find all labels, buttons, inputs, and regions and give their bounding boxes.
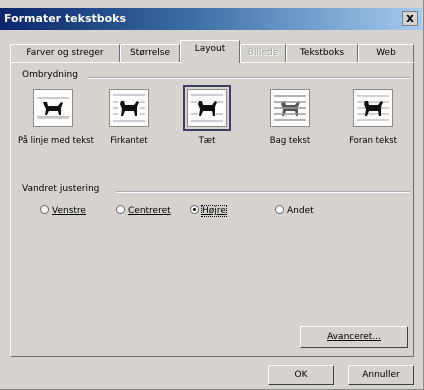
advanced-button[interactable]: Avanceret... — [300, 326, 408, 348]
wrap-square-option[interactable]: Firkantet — [94, 89, 164, 146]
cancel-button[interactable]: Annuller — [348, 365, 414, 385]
tab-colors-lines[interactable]: Farver og streger — [10, 44, 120, 62]
ok-button-label: OK — [294, 370, 308, 380]
wrap-square-icon[interactable] — [109, 89, 149, 127]
group-divider — [116, 191, 410, 193]
align-left-label: Venstre — [52, 206, 86, 216]
cancel-button-label: Annuller — [362, 370, 400, 380]
tab-label: Størrelse — [129, 48, 171, 58]
radio-circle[interactable] — [275, 205, 284, 214]
wrap-front-option[interactable]: Foran tekst — [338, 89, 408, 146]
align-right-radio[interactable]: Højre — [190, 205, 227, 219]
wrap-inline-icon[interactable] — [33, 89, 73, 127]
wrap-square-label: Firkantet — [110, 136, 148, 146]
tab-layout[interactable]: Layout — [180, 40, 240, 63]
dialog-title: Formater tekstboks — [4, 12, 127, 25]
close-button[interactable]: x — [402, 11, 418, 26]
wrap-front-icon[interactable] — [353, 89, 393, 127]
ok-button[interactable]: OK — [268, 365, 334, 385]
wrap-inline-option[interactable]: På linje med tekst — [18, 89, 94, 146]
wrap-behind-label: Bag tekst — [269, 136, 311, 146]
align-left-radio[interactable]: Venstre — [40, 205, 86, 219]
radio-circle[interactable] — [190, 205, 199, 214]
tab-label: Billede — [247, 48, 279, 58]
wrap-tight-option[interactable]: Tæt — [172, 85, 242, 146]
tab-web[interactable]: Web — [358, 44, 414, 62]
wrap-inline-label: På linje med tekst — [18, 136, 94, 146]
align-other-radio[interactable]: Andet — [275, 205, 314, 219]
radio-circle[interactable] — [40, 205, 49, 214]
dialog-window: Formater tekstboks x Farver og streger S… — [0, 0, 424, 390]
tab-size[interactable]: Størrelse — [120, 44, 180, 62]
wrap-front-label: Foran tekst — [349, 136, 397, 146]
tab-label: Web — [376, 48, 396, 58]
wrap-tight-label: Tæt — [198, 136, 216, 146]
tab-strip: Farver og streger Størrelse Layout Bille… — [10, 40, 422, 63]
wrap-behind-icon[interactable] — [270, 89, 310, 127]
align-center-label: Centreret — [128, 206, 171, 216]
advanced-button-label: Avanceret... — [327, 332, 381, 342]
title-bar: Formater tekstboks x — [0, 8, 422, 30]
wrap-tight-icon[interactable] — [183, 85, 231, 131]
radio-circle[interactable] — [116, 205, 125, 214]
wrap-behind-option[interactable]: Bag tekst — [255, 89, 325, 146]
align-other-label: Andet — [287, 206, 314, 216]
align-center-radio[interactable]: Centreret — [116, 205, 171, 219]
align-right-label: Højre — [201, 205, 227, 217]
tab-label: Farver og streger — [26, 48, 104, 58]
group-divider — [88, 77, 410, 79]
wrapping-heading: Ombrydning — [22, 70, 82, 80]
tab-textbox[interactable]: Tekstboks — [286, 44, 358, 62]
tab-label: Layout — [194, 44, 226, 54]
tab-picture: Billede — [240, 44, 286, 62]
tab-label: Tekstboks — [299, 48, 345, 58]
alignment-heading: Vandret justering — [22, 184, 104, 194]
